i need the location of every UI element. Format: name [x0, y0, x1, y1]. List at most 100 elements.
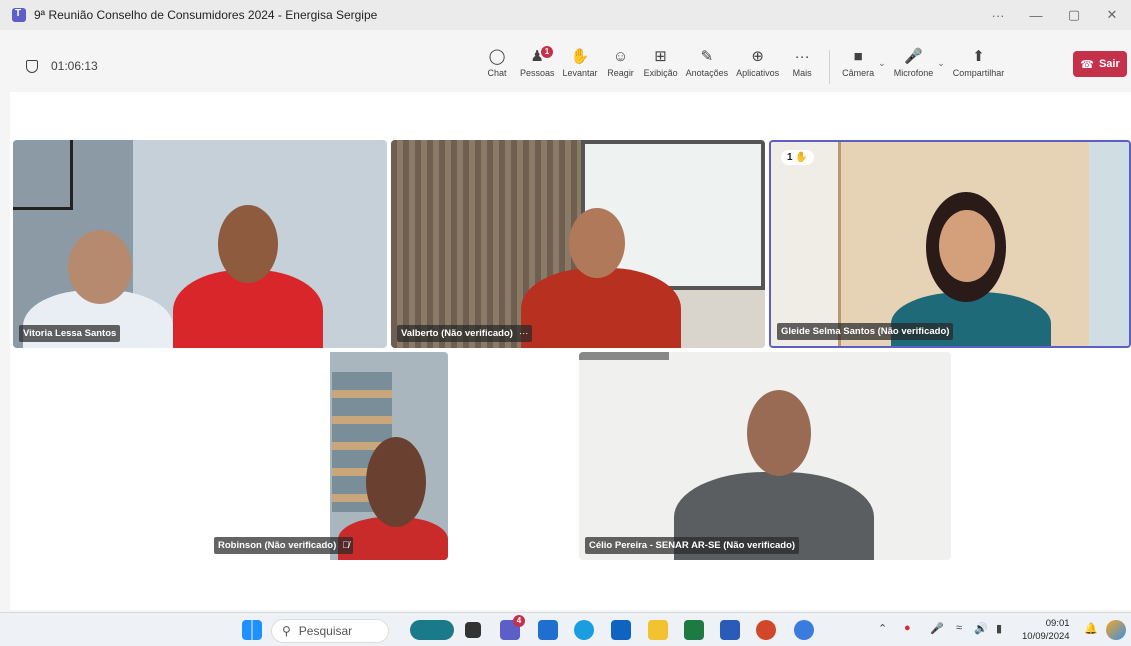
network-error-icon[interactable]: ● — [904, 622, 911, 634]
share-button[interactable]: ⬆ Compartilhar — [949, 46, 1009, 90]
notes-icon: ✎ — [700, 48, 714, 65]
clock-date: 10/09/2024 — [1022, 631, 1070, 642]
notes-label: Anotações — [685, 68, 729, 78]
wifi-icon[interactable]: ≈ — [956, 622, 962, 634]
show-hidden-icons-chevron-icon[interactable]: ⌃ — [878, 622, 887, 635]
participant-name-label: Vitoria Lessa Santos — [19, 325, 121, 342]
raised-hand-indicator: 1 ✋ — [781, 150, 814, 165]
chat-icon: ◯ — [488, 48, 506, 65]
windows-start-icon[interactable] — [242, 620, 262, 640]
chat-button[interactable]: ◯ Chat — [478, 46, 516, 90]
add-apps-icon: ⊕ — [751, 48, 764, 65]
word-icon[interactable] — [720, 620, 740, 640]
participant-tile[interactable]: Robinson (Não verificado) 🎙̸ — [208, 352, 448, 560]
participant-video-figure — [218, 205, 278, 283]
notifications-bell-icon[interactable]: 🔔 — [1084, 622, 1098, 635]
apps-label: Aplicativos — [736, 68, 780, 78]
share-screen-icon: ⬆ — [972, 48, 985, 65]
chat-label: Chat — [487, 68, 507, 78]
view-label: Exibição — [643, 68, 678, 78]
camera-label: Câmera — [842, 68, 875, 78]
participant-tile[interactable]: Vitoria Lessa Santos — [13, 140, 387, 348]
participant-video-figure — [366, 437, 426, 527]
participant-name-label: Célio Pereira - SENAR AR-SE (Não verific… — [585, 537, 800, 554]
hand-icon: ✋ — [570, 48, 590, 65]
view-button[interactable]: ⊞ Exibição — [640, 46, 682, 90]
microphone-label: Microfone — [893, 68, 934, 78]
video-background — [1089, 142, 1129, 346]
outlook-icon[interactable] — [611, 620, 631, 640]
camera-button[interactable]: ■ Câmera — [838, 46, 878, 90]
participant-tile[interactable]: Valberto (Não verificado) ··· — [391, 140, 765, 348]
more-button[interactable]: ··· Mais — [783, 46, 821, 90]
shield-icon — [26, 59, 38, 73]
video-background — [13, 140, 73, 210]
teams-logo-icon — [12, 8, 26, 22]
teams-app-icon[interactable]: 4 — [500, 615, 525, 640]
camera-options-chevron-icon[interactable]: ⌄ — [878, 58, 886, 90]
react-button[interactable]: ☺ Reagir — [602, 46, 640, 90]
more-options-button[interactable]: ··· — [979, 0, 1017, 30]
people-button[interactable]: ♟ 1 Pessoas — [516, 46, 559, 90]
widget-icon[interactable] — [410, 620, 454, 640]
participant-video-figure — [939, 210, 995, 282]
teams-meeting-window: 9ª Reunião Conselho de Consumidores 2024… — [0, 0, 1131, 646]
react-label: Reagir — [607, 68, 634, 78]
apps-button[interactable]: ⊕ Aplicativos — [732, 46, 783, 90]
copilot-icon[interactable] — [1106, 620, 1126, 640]
people-icon: ♟ 1 — [531, 46, 553, 68]
video-background — [771, 142, 841, 346]
raise-hand-label: Levantar — [562, 68, 598, 78]
microphone-tray-icon[interactable]: 🎤 — [930, 622, 944, 635]
participant-name-label: Gleide Selma Santos (Não verificado) — [777, 323, 954, 340]
more-options-icon[interactable]: ··· — [519, 328, 529, 339]
people-badge: 1 — [540, 46, 553, 58]
hand-icon: ✋ — [795, 152, 808, 163]
window-title: 9ª Reunião Conselho de Consumidores 2024… — [34, 8, 378, 22]
notes-button[interactable]: ✎ Anotações — [682, 46, 733, 90]
raise-hand-button[interactable]: ✋ Levantar — [559, 46, 602, 90]
video-stage: Vitoria Lessa Santos Valberto (Não verif… — [10, 92, 1131, 610]
taskbar-clock[interactable]: 09:01 10/09/2024 — [1022, 617, 1070, 643]
participant-tile[interactable]: Célio Pereira - SENAR AR-SE (Não verific… — [579, 352, 951, 560]
excel-icon[interactable] — [684, 620, 704, 640]
teams-notification-badge: 4 — [513, 615, 525, 627]
microphone-button[interactable]: 🎤 Microfone — [890, 46, 938, 90]
restore-button[interactable]: ▢ — [1055, 0, 1093, 30]
participant-name-label: Robinson (Não verificado) 🎙̸ — [214, 537, 354, 554]
close-button[interactable]: ✕ — [1093, 0, 1131, 30]
participant-video-figure — [569, 208, 625, 278]
clock-time: 09:01 — [1045, 618, 1070, 629]
edge-browser-icon[interactable] — [574, 620, 594, 640]
hang-up-icon: ☎ — [1080, 58, 1094, 71]
store-icon[interactable] — [538, 620, 558, 640]
taskbar-search[interactable]: ⚲ Pesquisar — [271, 619, 389, 643]
microphone-icon: 🎤 — [904, 48, 923, 65]
window-controls: ··· — ▢ ✕ — [979, 0, 1131, 30]
ellipsis-icon: ··· — [794, 48, 810, 65]
powerpoint-icon[interactable] — [756, 620, 776, 640]
smiley-icon: ☺ — [612, 48, 629, 65]
share-label: Compartilhar — [952, 68, 1005, 78]
more-label: Mais — [792, 68, 812, 78]
chrome-icon[interactable] — [794, 620, 814, 640]
participant-tile-active-speaker[interactable]: 1 ✋ Gleide Selma Santos (Não verificado) — [769, 140, 1131, 348]
leave-button[interactable]: ☎ Sair — [1073, 51, 1127, 77]
minimize-button[interactable]: — — [1017, 0, 1055, 30]
camera-icon: ■ — [853, 48, 863, 65]
search-placeholder: Pesquisar — [298, 624, 353, 638]
meeting-toolbar: 01:06:13 ◯ Chat ♟ 1 Pessoas ✋ Levantar ☺ … — [10, 40, 1131, 92]
search-icon: ⚲ — [282, 624, 291, 638]
battery-icon[interactable]: ▮ — [996, 622, 1002, 635]
participant-video-figure — [68, 230, 132, 304]
participant-video-figure — [521, 268, 681, 348]
microphone-options-chevron-icon[interactable]: ⌄ — [937, 58, 945, 90]
task-view-icon[interactable] — [465, 622, 481, 638]
file-explorer-icon[interactable] — [648, 620, 668, 640]
volume-icon[interactable]: 🔊 — [974, 622, 988, 635]
meeting-controls: ◯ Chat ♟ 1 Pessoas ✋ Levantar ☺ Reagir ⊞ … — [478, 46, 1008, 90]
leave-label: Sair — [1098, 58, 1120, 70]
title-bar: 9ª Reunião Conselho de Consumidores 2024… — [0, 0, 1131, 30]
grid-view-icon: ⊞ — [654, 48, 667, 65]
toolbar-divider — [829, 50, 831, 84]
